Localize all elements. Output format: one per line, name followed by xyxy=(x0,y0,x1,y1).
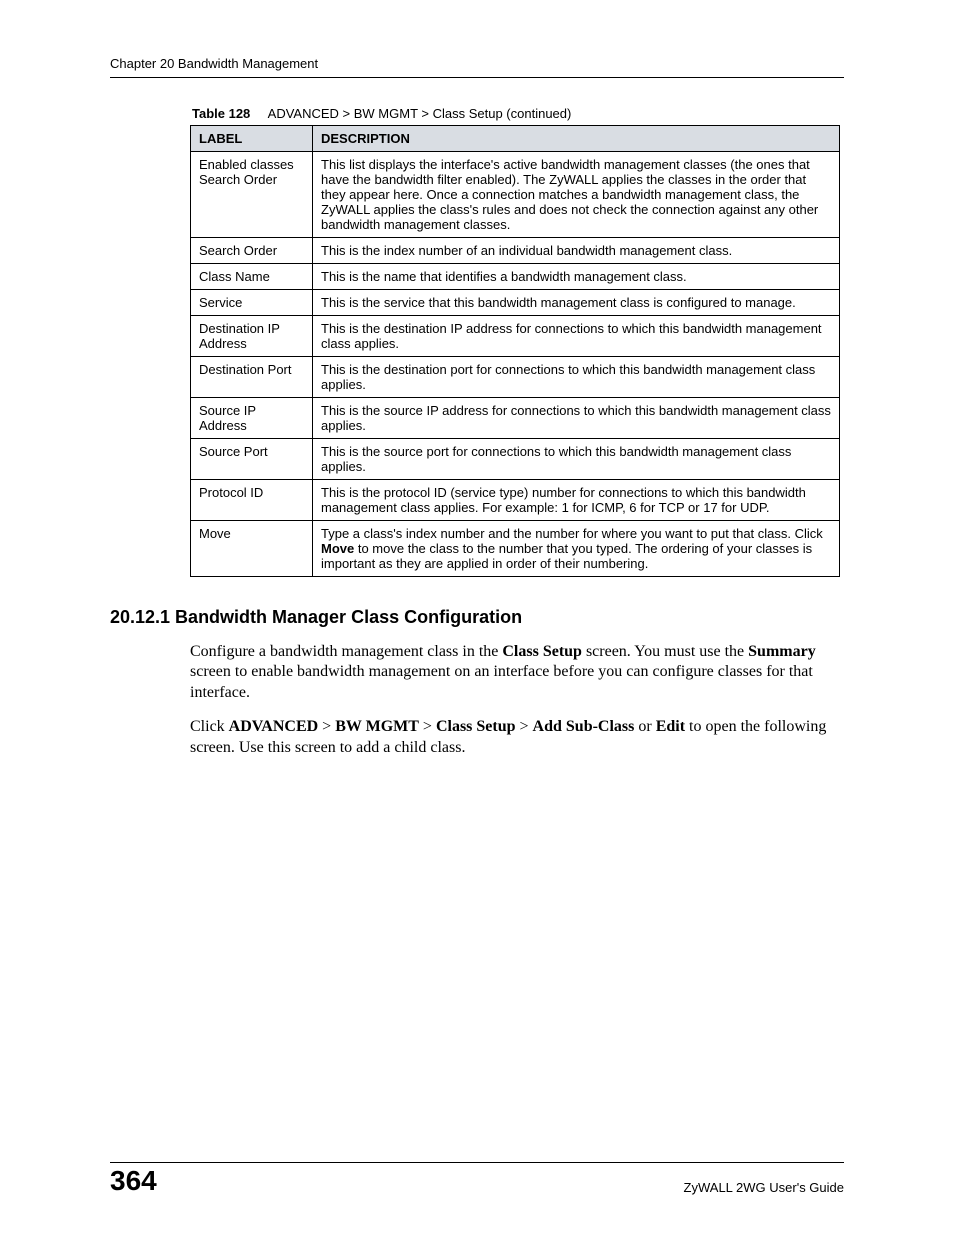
col-label-header: LABEL xyxy=(191,126,313,152)
p2-b1: ADVANCED xyxy=(229,718,319,735)
p1-post: screen to enable bandwidth management on… xyxy=(190,663,813,700)
cell-label: Protocol ID xyxy=(191,480,313,521)
p2-b3: Class Setup xyxy=(436,718,516,735)
cell-desc: Type a class's index number and the numb… xyxy=(313,521,840,577)
page: Chapter 20 Bandwidth Management Table 12… xyxy=(0,0,954,1235)
running-header: Chapter 20 Bandwidth Management xyxy=(110,56,844,71)
cell-desc: This is the service that this bandwidth … xyxy=(313,290,840,316)
cell-label: Destination IP Address xyxy=(191,316,313,357)
p2-s1: > xyxy=(318,718,335,735)
cell-label: Search Order xyxy=(191,238,313,264)
header-rule xyxy=(110,77,844,78)
table-row: Protocol ID This is the protocol ID (ser… xyxy=(191,480,840,521)
cell-label: Enabled classes Search Order xyxy=(191,152,313,238)
cell-label: Move xyxy=(191,521,313,577)
paragraph-1: Configure a bandwidth management class i… xyxy=(190,642,830,703)
cell-desc: This is the source IP address for connec… xyxy=(313,398,840,439)
cell-label: Class Name xyxy=(191,264,313,290)
table-row: Search Order This is the index number of… xyxy=(191,238,840,264)
table-row: Source IP Address This is the source IP … xyxy=(191,398,840,439)
p2-b4: Add Sub-Class xyxy=(533,718,635,735)
table-row: Destination IP Address This is the desti… xyxy=(191,316,840,357)
guide-name: ZyWALL 2WG User's Guide xyxy=(684,1180,844,1195)
definitions-table: LABEL DESCRIPTION Enabled classes Search… xyxy=(190,125,840,577)
footer-rule xyxy=(110,1162,844,1163)
body-text: Configure a bandwidth management class i… xyxy=(190,642,830,758)
cell-desc: This is the name that identifies a bandw… xyxy=(313,264,840,290)
table-row: Source Port This is the source port for … xyxy=(191,439,840,480)
page-number: 364 xyxy=(110,1167,157,1195)
p1-pre: Configure a bandwidth management class i… xyxy=(190,643,502,660)
table-row: Destination Port This is the destination… xyxy=(191,357,840,398)
p2-b2: BW MGMT xyxy=(335,718,419,735)
p2-s4: or xyxy=(634,718,655,735)
cell-desc: This list displays the interface's activ… xyxy=(313,152,840,238)
col-description-header: DESCRIPTION xyxy=(313,126,840,152)
p1-b2: Summary xyxy=(748,643,816,660)
cell-label: Service xyxy=(191,290,313,316)
move-desc-pre: Type a class's index number and the numb… xyxy=(321,526,823,541)
cell-desc: This is the protocol ID (service type) n… xyxy=(313,480,840,521)
table-caption: Table 128 ADVANCED > BW MGMT > Class Set… xyxy=(192,106,844,121)
p2-b5: Edit xyxy=(656,718,685,735)
p1-b1: Class Setup xyxy=(502,643,582,660)
p1-mid1: screen. You must use the xyxy=(582,643,748,660)
table-row: Service This is the service that this ba… xyxy=(191,290,840,316)
paragraph-2: Click ADVANCED > BW MGMT > Class Setup >… xyxy=(190,717,830,758)
cell-desc: This is the source port for connections … xyxy=(313,439,840,480)
move-desc-post: to move the class to the number that you… xyxy=(321,541,812,571)
table-block: Table 128 ADVANCED > BW MGMT > Class Set… xyxy=(190,106,844,577)
cell-label: Source Port xyxy=(191,439,313,480)
p2-s2: > xyxy=(419,718,436,735)
section-heading: 20.12.1 Bandwidth Manager Class Configur… xyxy=(110,607,844,628)
cell-desc: This is the index number of an individua… xyxy=(313,238,840,264)
move-desc-bold: Move xyxy=(321,541,354,556)
p2-pre: Click xyxy=(190,718,229,735)
table-caption-label: Table 128 xyxy=(192,106,250,121)
table-row: Move Type a class's index number and the… xyxy=(191,521,840,577)
table-row: Enabled classes Search Order This list d… xyxy=(191,152,840,238)
table-row: Class Name This is the name that identif… xyxy=(191,264,840,290)
table-caption-path: ADVANCED > BW MGMT > Class Setup (contin… xyxy=(268,106,572,121)
cell-label: Destination Port xyxy=(191,357,313,398)
page-footer: 364 ZyWALL 2WG User's Guide xyxy=(110,1162,844,1195)
cell-label: Source IP Address xyxy=(191,398,313,439)
p2-s3: > xyxy=(516,718,533,735)
cell-desc: This is the destination IP address for c… xyxy=(313,316,840,357)
cell-desc: This is the destination port for connect… xyxy=(313,357,840,398)
table-header-row: LABEL DESCRIPTION xyxy=(191,126,840,152)
